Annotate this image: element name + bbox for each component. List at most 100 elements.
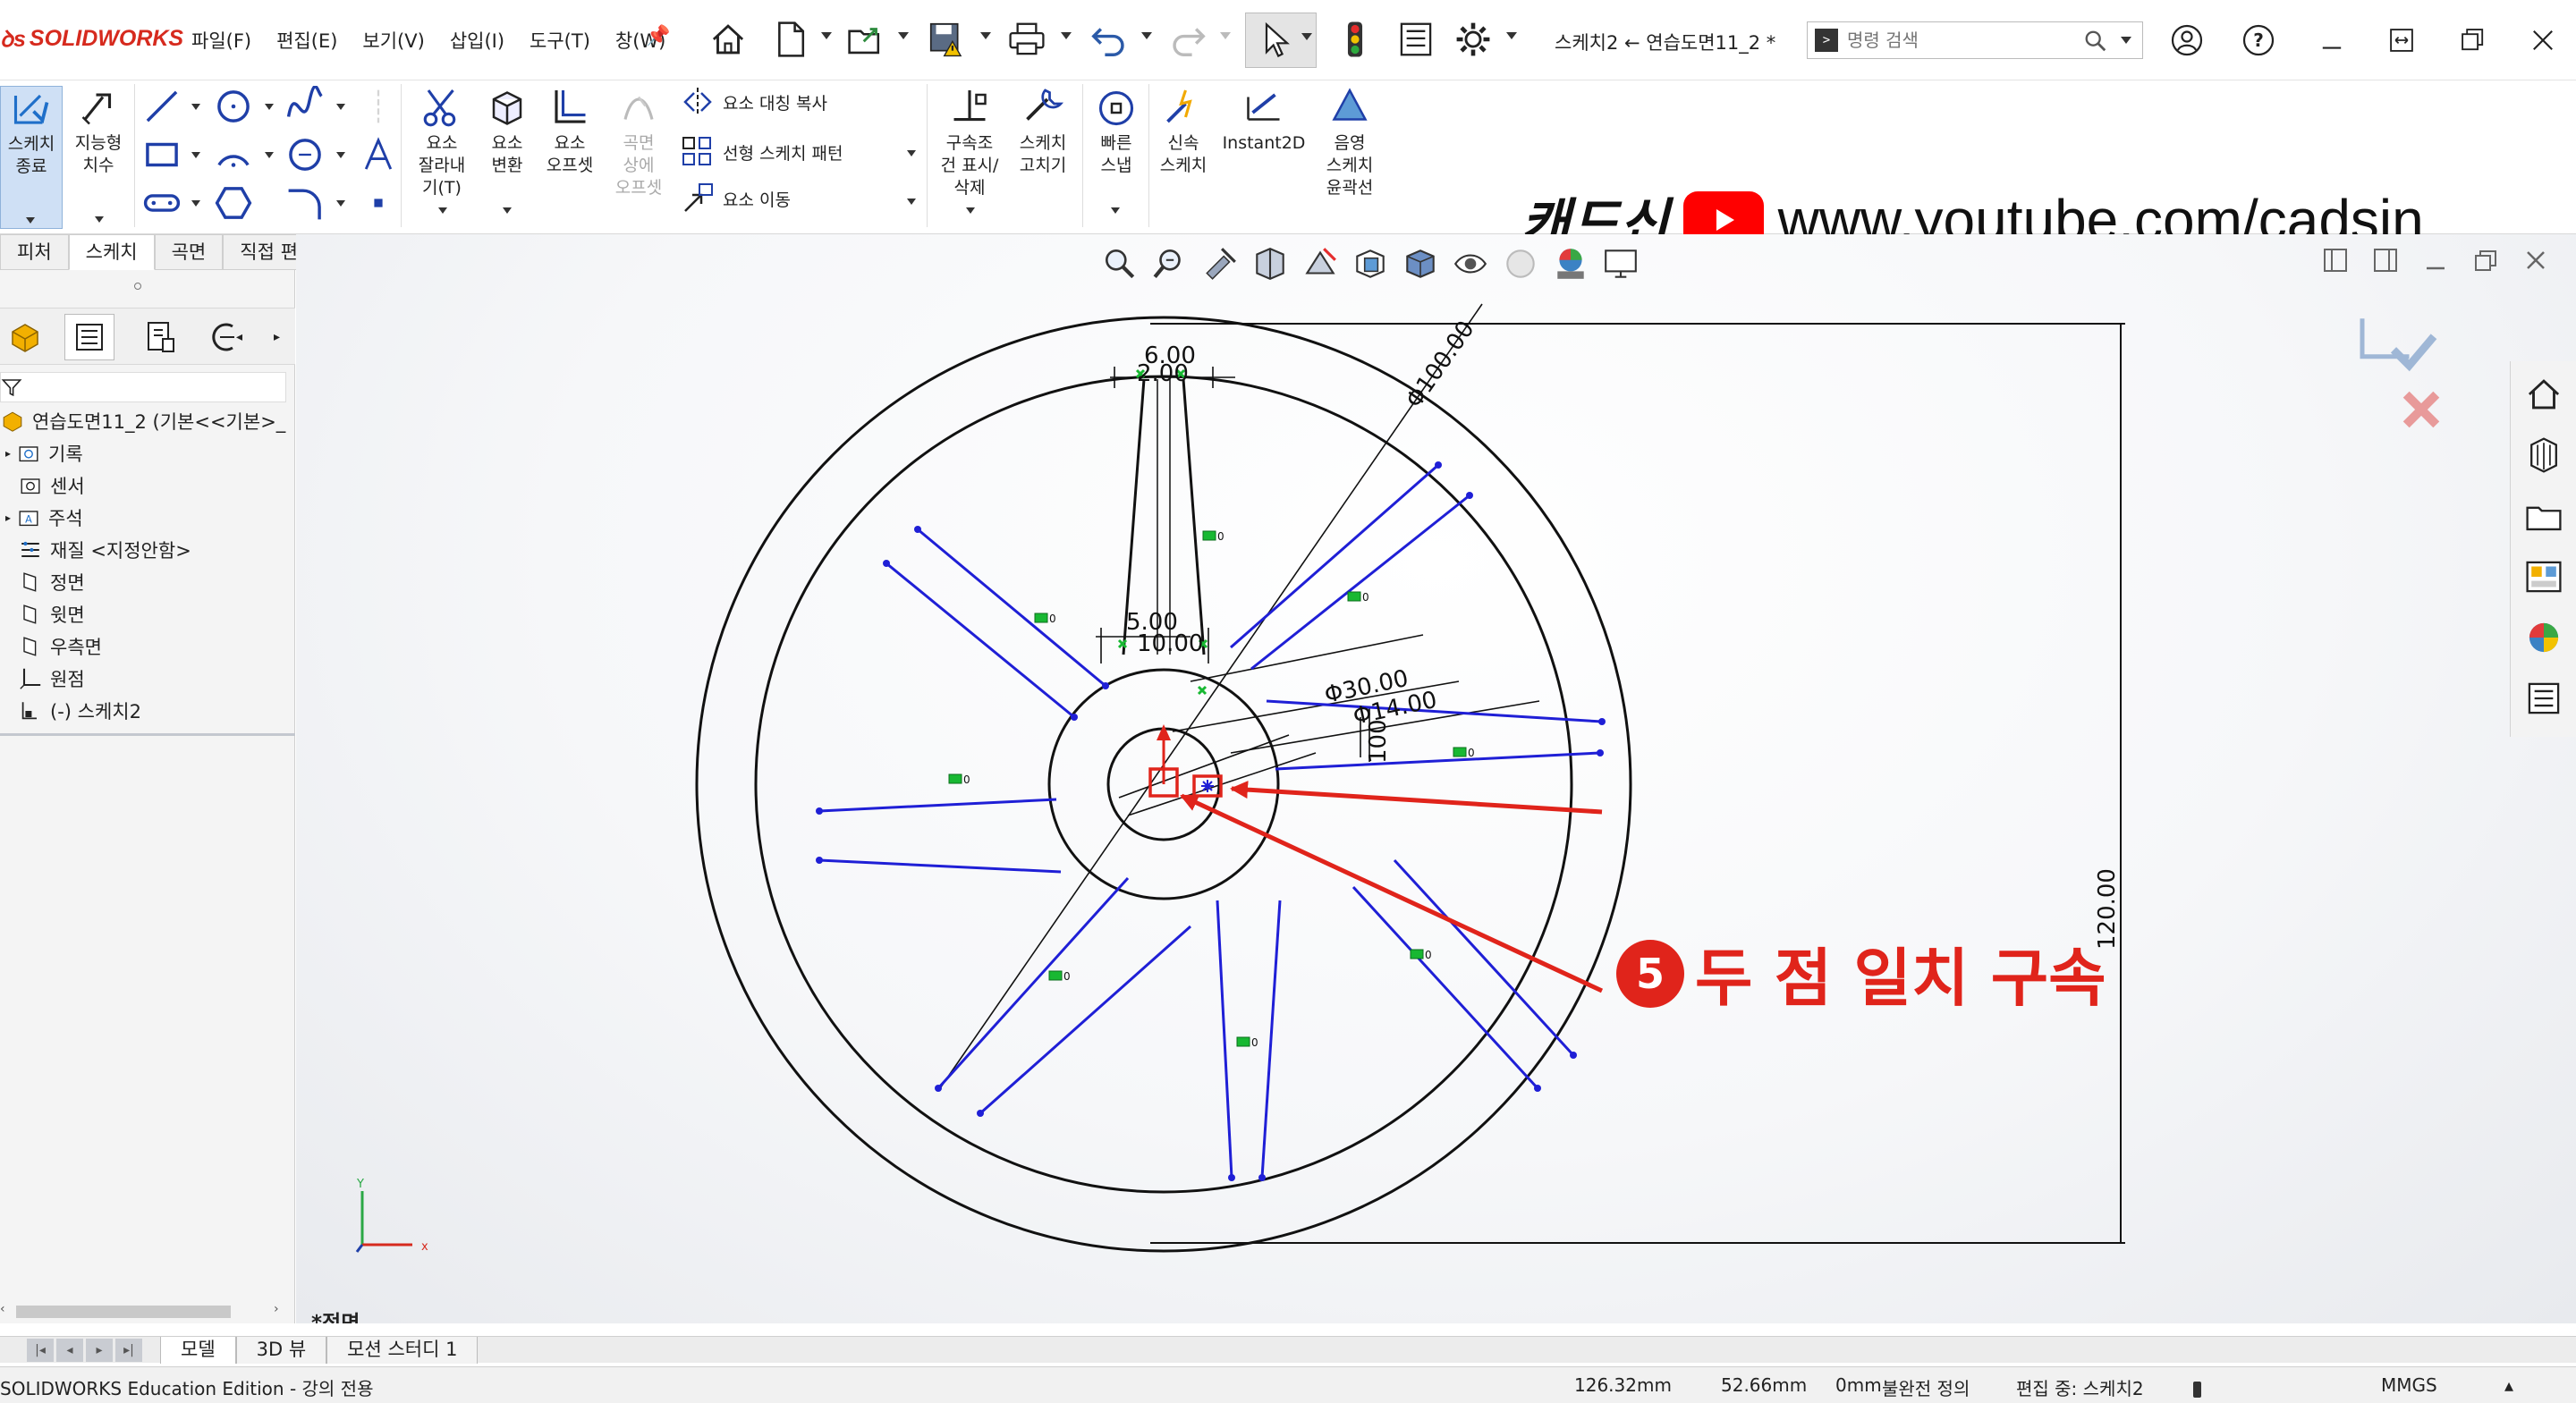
open-dropdown-caret[interactable] xyxy=(898,32,909,39)
configuration-manager-tab[interactable] xyxy=(136,314,186,360)
expand-arrow-icon[interactable]: ▸ xyxy=(5,447,11,460)
home-button[interactable] xyxy=(703,13,753,66)
rectangle-tool[interactable] xyxy=(141,134,182,179)
mirror-entities-button[interactable]: 요소 대칭 복사 xyxy=(680,84,827,120)
first-tab-arrow-icon[interactable]: |◂ xyxy=(27,1338,54,1362)
tab-features[interactable]: 피처 xyxy=(0,234,69,270)
pin-icon[interactable]: 📌 xyxy=(646,25,670,47)
minimize-button[interactable] xyxy=(2309,18,2354,63)
tab-sketch[interactable]: 스케치 xyxy=(68,234,155,270)
appearances-scenes-icon[interactable] xyxy=(2523,617,2564,658)
tabs-scroll-left-icon[interactable]: ◂ xyxy=(236,330,242,344)
menu-view[interactable]: 보기(V) xyxy=(350,27,436,54)
point-tool[interactable] xyxy=(358,182,399,227)
property-manager-tab[interactable] xyxy=(64,314,114,360)
offset-circle-tool[interactable] xyxy=(284,134,326,179)
fillet-caret[interactable] xyxy=(336,200,345,207)
display-delete-relations-button[interactable]: 구속조 건 표시/ 삭제 xyxy=(934,86,1005,199)
scroll-right-arrow-icon[interactable]: › xyxy=(274,1302,279,1316)
arc-tool[interactable] xyxy=(213,134,254,179)
next-tab-arrow-icon[interactable]: ▸ xyxy=(86,1338,113,1362)
tree-item-sketch2[interactable]: (-) 스케치2 xyxy=(18,697,141,724)
tree-item-origin[interactable]: 원점 xyxy=(18,665,85,692)
convert-entities-button[interactable]: 요소 변환 xyxy=(476,86,538,177)
tree-root-part[interactable]: 연습도면11_2 (기본<<기본>_ xyxy=(0,408,285,435)
rectangle-caret[interactable] xyxy=(191,152,200,158)
unit-system-caret-icon[interactable]: ▴ xyxy=(2504,1374,2513,1396)
spline-tool[interactable] xyxy=(284,85,326,131)
save-dropdown-caret[interactable] xyxy=(980,32,991,39)
print-button[interactable] xyxy=(1000,13,1054,66)
arc-caret[interactable] xyxy=(265,152,274,158)
panel-horizontal-scrollbar[interactable]: ‹ › xyxy=(0,1300,295,1323)
tree-item-history[interactable]: ▸ 기록 xyxy=(5,440,83,467)
save-button[interactable] xyxy=(919,13,973,66)
dimension-extension-line[interactable] xyxy=(1150,323,2125,1244)
instant2d-button[interactable]: Instant2D xyxy=(1216,86,1311,155)
convert-caret[interactable] xyxy=(503,207,512,214)
centerline-tool[interactable] xyxy=(358,86,399,131)
offset-circle-caret[interactable] xyxy=(336,152,345,158)
exit-sketch-button[interactable]: 스케치 종료 xyxy=(0,86,63,229)
tab-motion-study[interactable]: 모션 스터디 1 xyxy=(326,1336,479,1364)
slot-tool[interactable] xyxy=(141,182,182,227)
dimension-10[interactable]: 10.00 xyxy=(1137,630,1203,657)
dimension-100-vertical[interactable]: 100 xyxy=(1365,719,1392,764)
restore-pane-button[interactable] xyxy=(2379,18,2424,63)
undo-dropdown-caret[interactable] xyxy=(1141,32,1152,39)
command-search[interactable]: > xyxy=(1807,21,2143,59)
spline-caret[interactable] xyxy=(336,104,345,110)
open-button[interactable] xyxy=(839,13,893,66)
rebuild-button[interactable] xyxy=(1333,13,1377,66)
file-properties-button[interactable] xyxy=(1394,13,1438,66)
tree-item-top-plane[interactable]: 윗면 xyxy=(18,601,85,628)
trim-caret[interactable] xyxy=(438,207,447,214)
help-button[interactable]: ? xyxy=(2236,18,2281,63)
offset-on-surface-button[interactable]: 곡면 상에 오프셋 xyxy=(605,86,673,199)
scroll-left-arrow-icon[interactable]: ‹ xyxy=(0,1302,5,1316)
select-dropdown-caret[interactable] xyxy=(1301,33,1312,40)
exit-sketch-caret[interactable] xyxy=(26,217,35,224)
tree-item-material[interactable]: 재질 <지정안함> xyxy=(18,537,191,563)
solidworks-logo[interactable]: ꝺs SOLIDWORKS xyxy=(0,23,183,54)
menu-insert[interactable]: 삽입(I) xyxy=(437,27,517,54)
tree-item-sensors[interactable]: 센서 xyxy=(18,472,85,499)
undo-button[interactable] xyxy=(1084,13,1134,66)
menu-file[interactable]: 파일(F) xyxy=(179,27,264,54)
last-tab-arrow-icon[interactable]: ▸| xyxy=(115,1338,142,1362)
redo-dropdown-caret[interactable] xyxy=(1220,32,1231,39)
menu-edit[interactable]: 편집(E) xyxy=(264,27,350,54)
sw-resources-home-icon[interactable] xyxy=(2523,374,2564,415)
tree-item-annotations[interactable]: ▸ A 주석 xyxy=(5,504,83,531)
command-search-input[interactable] xyxy=(1847,30,2080,51)
feature-manager-tab[interactable] xyxy=(0,314,50,360)
fillet-tool[interactable] xyxy=(284,182,326,227)
new-dropdown-caret[interactable] xyxy=(821,32,832,39)
tree-item-front-plane[interactable]: 정면 xyxy=(18,569,85,596)
prev-tab-arrow-icon[interactable]: ◂ xyxy=(56,1338,83,1362)
design-library-icon[interactable] xyxy=(2523,435,2564,476)
dimxpert-manager-tab[interactable] xyxy=(200,314,250,360)
quick-snaps-button[interactable]: 빠른 스냅 xyxy=(1088,86,1145,177)
expand-arrow-icon[interactable]: ▸ xyxy=(5,511,11,524)
user-account-button[interactable] xyxy=(2165,18,2209,63)
blue-spoke-lines[interactable] xyxy=(818,463,1603,1179)
quick-snap-caret[interactable] xyxy=(1111,207,1120,214)
view-palette-icon[interactable] xyxy=(2523,556,2564,597)
tree-item-right-plane[interactable]: 우측면 xyxy=(18,633,102,660)
repair-sketch-button[interactable]: 스케치 고치기 xyxy=(1009,86,1077,177)
options-dropdown-caret[interactable] xyxy=(1506,32,1517,39)
menu-tools[interactable]: 도구(T) xyxy=(517,27,603,54)
select-button[interactable] xyxy=(1245,13,1317,68)
move-entities-button[interactable]: 요소 이동 xyxy=(680,181,791,216)
scrollbar-thumb[interactable] xyxy=(16,1306,231,1318)
tab-model[interactable]: 모델 xyxy=(160,1336,236,1364)
new-document-button[interactable] xyxy=(766,13,816,66)
line-caret[interactable] xyxy=(191,104,200,110)
redo-button[interactable] xyxy=(1163,13,1213,66)
options-button[interactable] xyxy=(1451,13,1496,66)
shaded-sketch-contours-button[interactable]: 음영 스케치 윤곽선 xyxy=(1315,86,1385,199)
file-explorer-icon[interactable] xyxy=(2523,495,2564,537)
dimension-diameter-100[interactable]: Φ100.00 xyxy=(1401,317,1480,414)
tabs-scroll-right-icon[interactable]: ▸ xyxy=(274,330,280,344)
